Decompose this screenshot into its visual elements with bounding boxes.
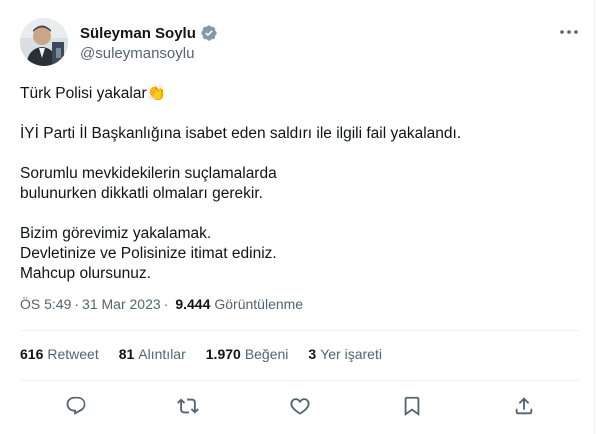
tweet-actions [20, 384, 580, 428]
retweets-stat[interactable]: 616 Retweet [20, 346, 99, 362]
meta-separator: · [74, 296, 80, 312]
like-button[interactable] [283, 389, 317, 423]
author-name-row: Süleyman Soylu [80, 24, 218, 42]
author-handle[interactable]: @suleymansoylu [80, 45, 194, 62]
avatar-photo-icon [20, 18, 68, 66]
reply-button[interactable] [59, 389, 93, 423]
avatar[interactable] [20, 18, 68, 66]
bookmark-button[interactable] [395, 389, 429, 423]
like-icon [290, 398, 310, 415]
tweet-card: Süleyman Soylu @suleymansoylu Türk Polis… [0, 0, 595, 434]
tweet-header: Süleyman Soylu @suleymansoylu [20, 18, 580, 66]
divider [20, 330, 580, 331]
tweet-paragraph: Sorumlu mevkidekilerin suçlamalarda bulu… [20, 165, 277, 202]
tweet-meta: ÖS 5:49 · 31 Mar 2023 · 9.444 Görüntülen… [20, 296, 303, 312]
retweet-icon [177, 398, 199, 414]
quotes-stat[interactable]: 81 Alıntılar [119, 346, 186, 362]
tweet-paragraph: İYİ Parti İl Başkanlığına isabet eden sa… [20, 125, 462, 142]
divider [20, 380, 580, 381]
likes-stat[interactable]: 1.970 Beğeni [206, 346, 289, 362]
tweet-date[interactable]: 31 Mar 2023 [82, 296, 161, 312]
clapping-hands-emoji-icon: 👏 [146, 85, 166, 102]
tweet-text: Türk Polisi yakalar👏 İYİ Parti İl Başkan… [20, 84, 580, 304]
share-button[interactable] [507, 389, 541, 423]
tweet-paragraph: Bizim görevimiz yakalamak. Devletinize v… [20, 225, 277, 282]
bookmark-icon [404, 396, 420, 417]
more-icon[interactable] [558, 24, 580, 40]
author-name[interactable]: Süleyman Soylu [80, 25, 196, 42]
tweet-stats: 616 Retweet 81 Alıntılar 1.970 Beğeni 3 Yer … [20, 346, 402, 362]
verified-badge-icon [201, 25, 217, 41]
views-label: Görüntülenme [214, 296, 304, 312]
tweet-first-line: Türk Polisi yakalar👏 [20, 85, 166, 102]
views-count: 9.444 [175, 296, 211, 312]
share-icon [515, 397, 533, 415]
reply-icon [66, 396, 86, 415]
meta-separator: · [163, 296, 169, 312]
tweet-time[interactable]: ÖS 5:49 [20, 296, 71, 312]
bookmarks-stat[interactable]: 3 Yer işareti [308, 346, 382, 362]
retweet-button[interactable] [171, 389, 205, 423]
